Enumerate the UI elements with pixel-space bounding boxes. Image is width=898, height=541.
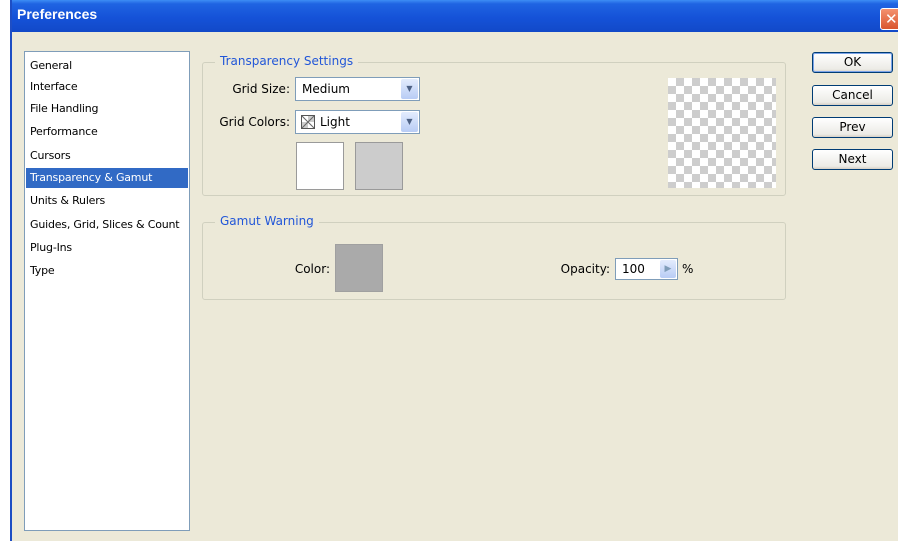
dialog-title: Preferences: [17, 6, 98, 22]
gamut-color-swatch[interactable]: [335, 244, 383, 292]
grid-size-select[interactable]: Medium ▼: [295, 77, 420, 101]
sidebar-item-general[interactable]: General: [26, 56, 188, 76]
sidebar-item-units-rulers[interactable]: Units & Rulers: [26, 191, 188, 211]
transparency-preview: [668, 78, 776, 188]
opacity-field[interactable]: 100 ▶: [615, 258, 678, 280]
opacity-label: Opacity:: [560, 262, 610, 276]
sidebar-item-plug-ins[interactable]: Plug-Ins: [26, 238, 188, 258]
grid-size-value: Medium: [302, 82, 350, 96]
triangle-right-icon[interactable]: ▶: [660, 260, 676, 278]
sidebar-item-guides-grid-slices[interactable]: Guides, Grid, Slices & Count: [26, 215, 188, 235]
next-button[interactable]: Next: [812, 149, 893, 170]
close-button[interactable]: ✕: [880, 8, 898, 30]
grid-light-color-swatch[interactable]: [296, 142, 344, 190]
prev-button[interactable]: Prev: [812, 117, 893, 138]
sidebar-item-performance[interactable]: Performance: [26, 122, 188, 142]
grid-size-label: Grid Size:: [232, 82, 290, 96]
sidebar-item-transparency-gamut[interactable]: Transparency & Gamut: [26, 168, 188, 188]
gamut-warning-group: Gamut Warning: [202, 214, 786, 300]
grid-colors-select[interactable]: Light ▼: [295, 110, 420, 134]
title-bar[interactable]: Preferences ✕: [12, 0, 898, 32]
sidebar-item-type[interactable]: Type: [26, 261, 188, 281]
sidebar-item-interface[interactable]: Interface: [26, 77, 188, 97]
chevron-down-icon[interactable]: ▼: [401, 79, 418, 99]
preferences-category-list: General Interface File Handling Performa…: [24, 51, 190, 531]
chevron-down-icon[interactable]: ▼: [401, 112, 418, 132]
grid-colors-label: Grid Colors:: [219, 115, 290, 129]
sidebar-item-cursors[interactable]: Cursors: [26, 146, 188, 166]
gamut-color-label: Color:: [294, 262, 330, 276]
gamut-warning-legend: Gamut Warning: [215, 214, 319, 228]
grid-color-swatch-icon: [301, 115, 315, 129]
checker-swatch-icon: [301, 115, 315, 129]
opacity-unit: %: [682, 262, 694, 276]
ok-button[interactable]: OK: [812, 52, 893, 73]
close-icon: ✕: [885, 10, 898, 28]
cancel-button[interactable]: Cancel: [812, 85, 893, 106]
grid-dark-color-swatch[interactable]: [355, 142, 403, 190]
grid-colors-value: Light: [320, 115, 350, 129]
opacity-value: 100: [622, 262, 645, 276]
sidebar-item-file-handling[interactable]: File Handling: [26, 99, 188, 119]
preferences-dialog: Preferences ✕ General Interface File Han…: [10, 0, 898, 541]
transparency-settings-legend: Transparency Settings: [215, 54, 359, 68]
